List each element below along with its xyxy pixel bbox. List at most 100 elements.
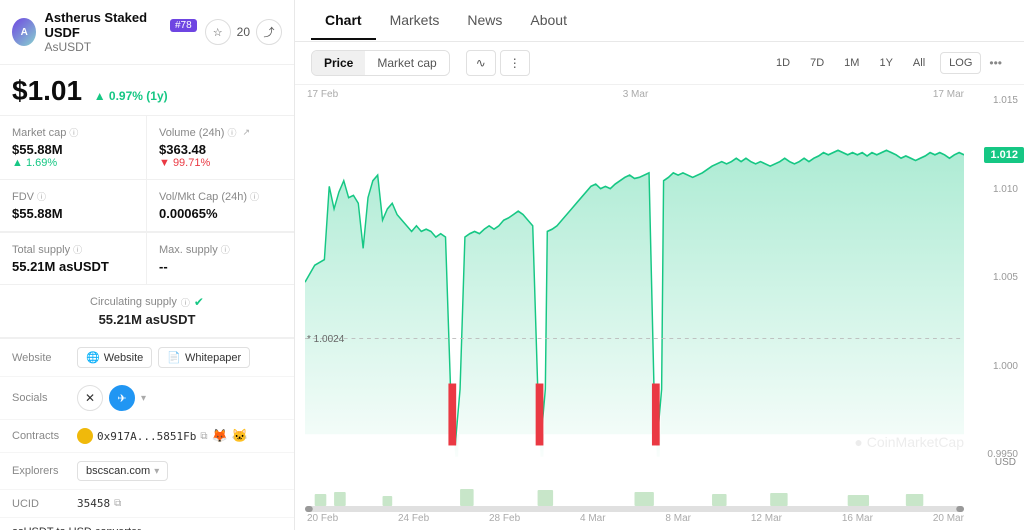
globe-icon: 🌐 bbox=[86, 351, 100, 364]
candle-chart-icon: ⋮ bbox=[509, 56, 521, 70]
time-1m-btn[interactable]: 1M bbox=[835, 52, 868, 74]
contracts-label: Contracts bbox=[12, 430, 77, 442]
explorer-value: bscscan.com bbox=[86, 465, 150, 477]
volume-label: Volume (24h) bbox=[159, 127, 224, 139]
bsc-chain-icon bbox=[77, 428, 93, 444]
tab-about[interactable]: About bbox=[516, 2, 581, 40]
verified-icon: ✔ bbox=[194, 295, 204, 309]
total-supply-value: 55.21M asUSDT bbox=[12, 259, 134, 274]
doc-icon: 📄 bbox=[167, 351, 181, 364]
volume-change: ▼ 99.71% bbox=[159, 157, 282, 169]
price-toggle-btn[interactable]: Price bbox=[312, 51, 365, 75]
marketcap-toggle-btn[interactable]: Market cap bbox=[365, 51, 448, 75]
y-label-3: 1.005 bbox=[975, 272, 1018, 283]
socials-dropdown-arrow[interactable]: ▾ bbox=[141, 393, 146, 404]
tab-news[interactable]: News bbox=[453, 2, 516, 40]
market-cap-info-icon[interactable]: ⓘ bbox=[69, 126, 78, 139]
token-badge: #78 bbox=[170, 19, 197, 32]
fdv-info-icon[interactable]: ⓘ bbox=[37, 190, 46, 203]
mini-chart[interactable] bbox=[305, 484, 964, 512]
tab-chart[interactable]: Chart bbox=[311, 2, 376, 40]
star-count: 20 bbox=[237, 25, 250, 39]
chart-area: 1.015 1.010 1.005 1.000 0.9950 1.012 * 1… bbox=[295, 85, 1024, 530]
top-x-label-1: 17 Feb bbox=[307, 89, 338, 100]
explorers-label: Explorers bbox=[12, 465, 77, 477]
contract-address: 0x917A...5851Fb bbox=[97, 430, 196, 443]
twitter-button[interactable]: ✕ bbox=[77, 385, 103, 411]
vol-mkt-cap-info-icon[interactable]: ⓘ bbox=[250, 190, 259, 203]
currency-label: USD bbox=[995, 457, 1016, 468]
circ-supply-info-icon[interactable]: ⓘ bbox=[181, 296, 190, 309]
y-label-4: 1.000 bbox=[975, 361, 1018, 372]
copy-icon[interactable]: ⧉ bbox=[200, 431, 207, 442]
telegram-icon: ✈ bbox=[117, 392, 126, 405]
price-chart-svg bbox=[305, 85, 964, 468]
x-label-4: 4 Mar bbox=[580, 513, 606, 524]
top-x-labels: 17 Feb 3 Mar 17 Mar bbox=[307, 89, 964, 100]
token-price: $1.01 bbox=[12, 75, 82, 106]
website-button[interactable]: 🌐 Website bbox=[77, 347, 152, 368]
max-supply-value: -- bbox=[159, 259, 282, 274]
chart-controls: Price Market cap ∿ ⋮ 1D 7D 1M 1Y All LOG… bbox=[295, 42, 1024, 85]
y-label-2: 1.010 bbox=[975, 184, 1018, 195]
market-cap-change: ▲ 1.69% bbox=[12, 157, 134, 169]
x-label-5: 8 Mar bbox=[665, 513, 691, 524]
twitter-icon: ✕ bbox=[85, 391, 95, 405]
more-options-btn[interactable]: ••• bbox=[983, 52, 1008, 74]
x-label-2: 24 Feb bbox=[398, 513, 429, 524]
x-label-3: 28 Feb bbox=[489, 513, 520, 524]
time-range-buttons: 1D 7D 1M 1Y All LOG ••• bbox=[767, 52, 1008, 74]
candle-chart-btn[interactable]: ⋮ bbox=[500, 50, 530, 76]
top-x-label-3: 17 Mar bbox=[933, 89, 964, 100]
y-label-1: 1.015 bbox=[975, 95, 1018, 106]
token-symbol: AsUSDT bbox=[44, 40, 91, 54]
website-section-label: Website bbox=[12, 352, 77, 364]
explorer-dropdown[interactable]: ▾ bbox=[154, 466, 159, 477]
trustwallet-icon[interactable]: 🐱 bbox=[232, 428, 248, 444]
token-logo: A bbox=[12, 18, 36, 46]
vol-mkt-cap-value: 0.00065% bbox=[159, 206, 282, 221]
star-icon[interactable]: ☆ bbox=[205, 19, 231, 45]
market-cap-label: Market cap bbox=[12, 127, 66, 139]
log-btn[interactable]: LOG bbox=[940, 52, 981, 74]
time-1y-btn[interactable]: 1Y bbox=[870, 52, 901, 74]
fdv-value: $55.88M bbox=[12, 206, 134, 221]
total-supply-label: Total supply bbox=[12, 244, 70, 256]
current-price-label: 1.012 bbox=[984, 147, 1024, 163]
price-marketcap-toggle: Price Market cap bbox=[311, 50, 450, 76]
mini-chart-svg bbox=[305, 484, 964, 512]
ucid-value: 35458 bbox=[77, 497, 110, 510]
time-7d-btn[interactable]: 7D bbox=[801, 52, 833, 74]
socials-label: Socials bbox=[12, 392, 77, 404]
market-cap-value: $55.88M bbox=[12, 142, 134, 157]
volume-info-icon[interactable]: ⓘ bbox=[227, 126, 236, 139]
top-x-label-2: 3 Mar bbox=[623, 89, 649, 100]
converter-link[interactable]: asUSDT to USD converter bbox=[0, 518, 294, 530]
token-name: Astherus Staked USDF bbox=[44, 10, 164, 40]
ucid-label: UCID bbox=[12, 498, 77, 510]
volume-ext-link[interactable]: ↗ bbox=[242, 127, 250, 138]
watermark-text: ● CoinMarketCap bbox=[854, 434, 964, 450]
whitepaper-button[interactable]: 📄 Whitepaper bbox=[158, 347, 250, 368]
ucid-copy-icon[interactable]: ⧉ bbox=[114, 498, 121, 509]
time-1d-btn[interactable]: 1D bbox=[767, 52, 799, 74]
watermark: ● CoinMarketCap bbox=[854, 434, 964, 450]
line-chart-btn[interactable]: ∿ bbox=[466, 50, 496, 76]
telegram-button[interactable]: ✈ bbox=[109, 385, 135, 411]
x-label-1: 20 Feb bbox=[307, 513, 338, 524]
tab-markets[interactable]: Markets bbox=[376, 2, 454, 40]
x-label-8: 20 Mar bbox=[933, 513, 964, 524]
metamask-icon[interactable]: 🦊 bbox=[211, 428, 227, 444]
time-all-btn[interactable]: All bbox=[904, 52, 934, 74]
x-axis-labels: 20 Feb 24 Feb 28 Feb 4 Mar 8 Mar 12 Mar … bbox=[307, 509, 964, 528]
explorer-button[interactable]: bscscan.com ▾ bbox=[77, 461, 168, 481]
circ-supply-value: 55.21M asUSDT bbox=[12, 312, 282, 327]
price-change: ▲ 0.97% (1y) bbox=[94, 89, 168, 103]
chart-ref-line-label: * 1.0024 bbox=[307, 334, 344, 345]
max-supply-label: Max. supply bbox=[159, 244, 218, 256]
share-icon[interactable]: ⤴ bbox=[256, 19, 282, 45]
x-label-7: 16 Mar bbox=[842, 513, 873, 524]
total-supply-info-icon[interactable]: ⓘ bbox=[73, 243, 82, 256]
circ-supply-label: Circulating supply bbox=[90, 296, 177, 308]
max-supply-info-icon[interactable]: ⓘ bbox=[221, 243, 230, 256]
